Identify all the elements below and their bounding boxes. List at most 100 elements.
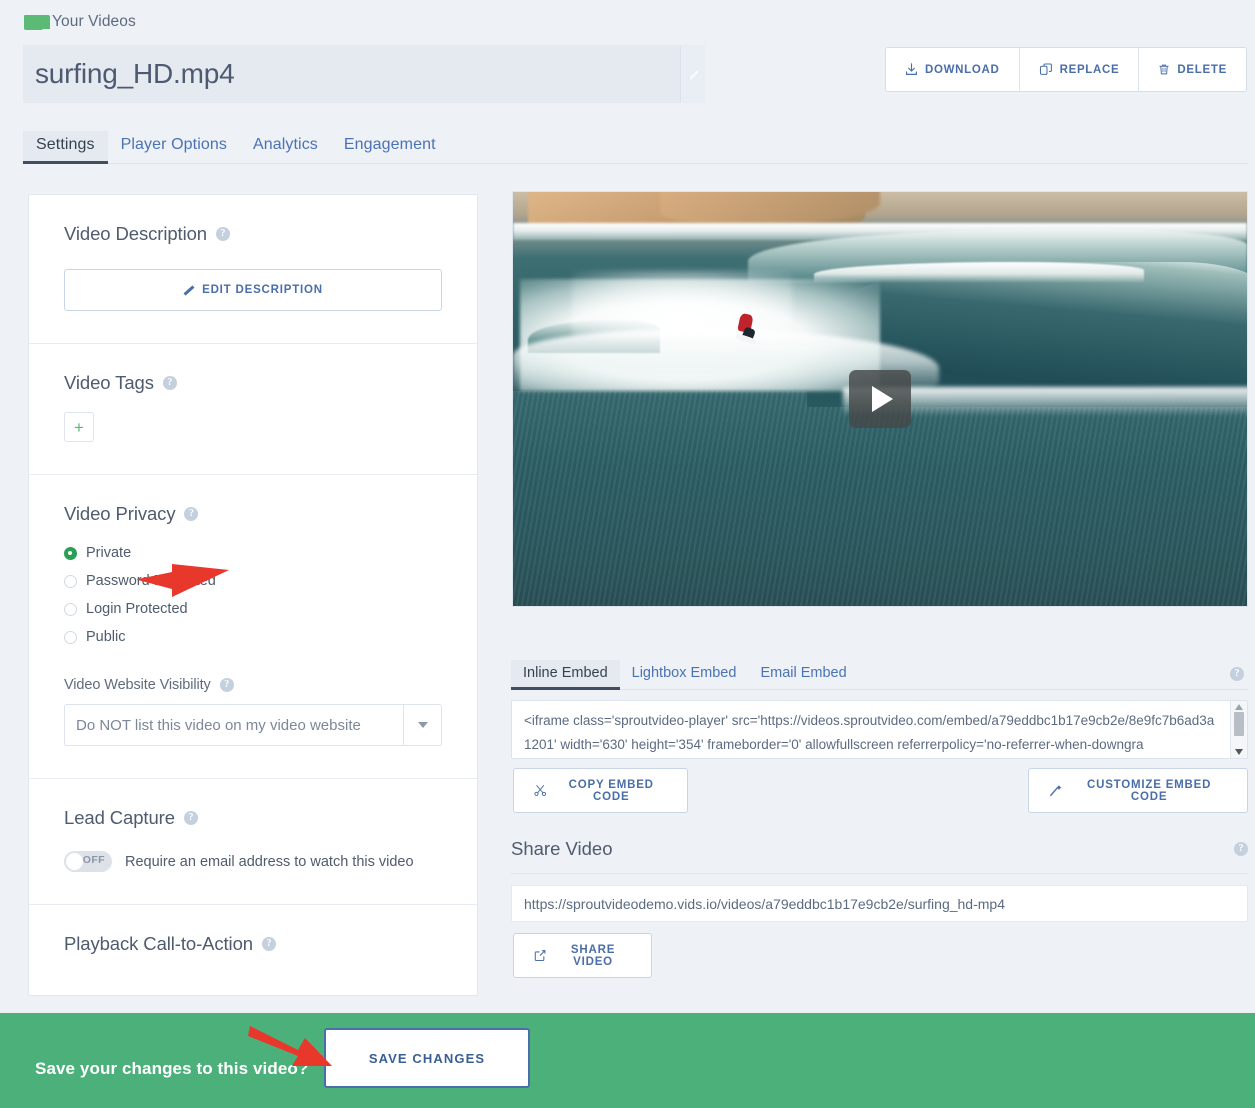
edit-description-label: EDIT DESCRIPTION xyxy=(202,284,323,296)
radio-option-private[interactable]: Private xyxy=(64,539,442,567)
pencil-icon xyxy=(183,285,194,296)
add-tag-button[interactable]: + xyxy=(64,412,94,442)
share-video-label: SHARE VIDEO xyxy=(570,943,616,968)
embed-code-scrollbar[interactable] xyxy=(1230,701,1247,758)
section-video-privacy: Video Privacy ? Private Password Protect… xyxy=(29,475,477,779)
tab-analytics[interactable]: Analytics xyxy=(240,131,331,163)
video-tags-label: Video Tags xyxy=(64,372,154,393)
replace-button[interactable]: REPLACE xyxy=(1019,48,1140,91)
share-url-field[interactable]: https://sproutvideodemo.vids.io/videos/a… xyxy=(511,885,1248,922)
video-title-field[interactable]: surfing_HD.mp4 xyxy=(23,45,705,103)
radio-option-public[interactable]: Public xyxy=(64,623,442,651)
embed-buttons: COPY EMBED CODE CUSTOMIZE EMBED CODE xyxy=(511,768,1248,813)
replace-label: REPLACE xyxy=(1059,63,1120,76)
wand-icon xyxy=(1050,785,1062,797)
scrollbar-thumb[interactable] xyxy=(1234,712,1244,736)
edit-title-button[interactable] xyxy=(680,45,705,103)
save-bar-message: Save your changes to this video? xyxy=(35,1059,309,1078)
lead-capture-toggle[interactable]: OFF xyxy=(64,851,112,872)
toggle-knob xyxy=(66,853,83,870)
help-icon[interactable]: ? xyxy=(184,507,199,521)
tab-inline-embed[interactable]: Inline Embed xyxy=(511,660,620,690)
playback-cta-label: Playback Call-to-Action xyxy=(64,933,253,954)
surfer xyxy=(734,312,758,346)
copy-embed-code-label: COPY EMBED CODE xyxy=(568,778,654,803)
help-icon[interactable]: ? xyxy=(1234,842,1248,856)
download-label: DOWNLOAD xyxy=(924,63,1000,76)
help-icon[interactable]: ? xyxy=(183,811,198,825)
video-privacy-title: Video Privacy ? xyxy=(64,503,442,525)
delete-label: DELETE xyxy=(1177,63,1227,76)
breadcrumb[interactable]: Your Videos xyxy=(24,10,136,34)
customize-embed-code-label: CUSTOMIZE EMBED CODE xyxy=(1086,778,1212,803)
privacy-radio-group: Private Password Protected Login Protect… xyxy=(64,539,442,651)
help-icon[interactable]: ? xyxy=(162,376,177,390)
lead-capture-description: Require an email address to watch this v… xyxy=(125,853,414,870)
playback-cta-title: Playback Call-to-Action ? xyxy=(64,933,442,955)
radio-button[interactable] xyxy=(64,546,77,560)
radio-label: Private xyxy=(86,545,132,561)
radio-button[interactable] xyxy=(64,630,77,644)
toggle-state-label: OFF xyxy=(82,854,105,866)
video-privacy-label: Video Privacy xyxy=(64,503,176,524)
scroll-down-icon[interactable] xyxy=(1235,749,1243,755)
radio-option-login-protected[interactable]: Login Protected xyxy=(64,595,442,623)
video-website-visibility-label: Video Website Visibility xyxy=(64,677,211,693)
video-website-visibility-select[interactable]: Do NOT list this video on my video websi… xyxy=(64,704,442,746)
tab-settings[interactable]: Settings xyxy=(23,131,108,164)
embed-code-box[interactable]: <iframe class='sproutvideo-player' src='… xyxy=(511,700,1248,759)
save-changes-bar: Save your changes to this video? xyxy=(0,1013,1255,1108)
customize-embed-code-button[interactable]: CUSTOMIZE EMBED CODE xyxy=(1028,768,1248,813)
radio-option-password-protected[interactable]: Password Protected xyxy=(64,567,442,595)
section-lead-capture: Lead Capture ? OFF Require an email addr… xyxy=(29,779,477,905)
copy-embed-code-button[interactable]: COPY EMBED CODE xyxy=(513,768,688,813)
help-icon[interactable]: ? xyxy=(219,678,234,692)
select-value: Do NOT list this video on my video websi… xyxy=(76,716,361,734)
radio-label: Public xyxy=(86,629,126,645)
folder-icon xyxy=(24,14,50,30)
scissors-icon xyxy=(534,785,547,797)
tab-player-options[interactable]: Player Options xyxy=(108,131,240,163)
share-video-button[interactable]: SHARE VIDEO xyxy=(513,933,652,978)
lead-capture-row: OFF Require an email address to watch th… xyxy=(64,851,442,872)
scroll-up-icon[interactable] xyxy=(1235,704,1243,710)
help-icon[interactable]: ? xyxy=(1230,667,1244,681)
download-icon xyxy=(906,63,917,75)
edit-description-button[interactable]: EDIT DESCRIPTION xyxy=(64,269,442,311)
delete-button[interactable]: DELETE xyxy=(1139,48,1246,91)
embed-code-text[interactable]: <iframe class='sproutvideo-player' src='… xyxy=(512,701,1230,758)
video-title: surfing_HD.mp4 xyxy=(35,58,235,89)
video-website-visibility-title: Video Website Visibility ? xyxy=(64,677,442,693)
tab-lightbox-embed[interactable]: Lightbox Embed xyxy=(620,660,749,689)
save-changes-button[interactable]: SAVE CHANGES xyxy=(324,1028,530,1088)
lead-capture-label: Lead Capture xyxy=(64,807,175,828)
chevron-down-icon[interactable] xyxy=(403,705,441,745)
app-root: Your Videos surfing_HD.mp4 DOWNLOAD REPL… xyxy=(0,0,1255,1108)
main-tabs: Settings Player Options Analytics Engage… xyxy=(23,126,1248,164)
tab-email-embed[interactable]: Email Embed xyxy=(748,660,858,689)
radio-button[interactable] xyxy=(64,602,77,616)
section-playback-cta: Playback Call-to-Action ? xyxy=(29,905,477,995)
pencil-icon xyxy=(687,68,699,80)
section-video-tags: Video Tags ? + xyxy=(29,344,477,475)
video-description-title: Video Description ? xyxy=(64,223,442,245)
video-player[interactable] xyxy=(512,191,1248,607)
header-actions: DOWNLOAD REPLACE DELETE xyxy=(884,47,1247,92)
tab-engagement[interactable]: Engagement xyxy=(331,131,449,163)
breadcrumb-label[interactable]: Your Videos xyxy=(52,13,136,31)
radio-button[interactable] xyxy=(64,574,77,588)
share-video-title: Share Video xyxy=(511,838,613,859)
trash-icon xyxy=(1159,64,1170,75)
section-video-description: Video Description ? EDIT DESCRIPTION xyxy=(29,195,477,344)
download-button[interactable]: DOWNLOAD xyxy=(885,48,1020,91)
help-icon[interactable]: ? xyxy=(215,227,230,241)
embed-tabs: Inline Embed Lightbox Embed Email Embed … xyxy=(511,654,1248,690)
share-video-header: Share Video ? xyxy=(511,838,1248,860)
replace-icon xyxy=(1039,63,1052,75)
video-tags-title: Video Tags ? xyxy=(64,372,442,394)
video-description-label: Video Description xyxy=(64,223,207,244)
help-icon[interactable]: ? xyxy=(261,937,276,951)
radio-label: Password Protected xyxy=(86,573,216,589)
play-icon[interactable] xyxy=(849,370,911,428)
lead-capture-title: Lead Capture ? xyxy=(64,807,442,829)
